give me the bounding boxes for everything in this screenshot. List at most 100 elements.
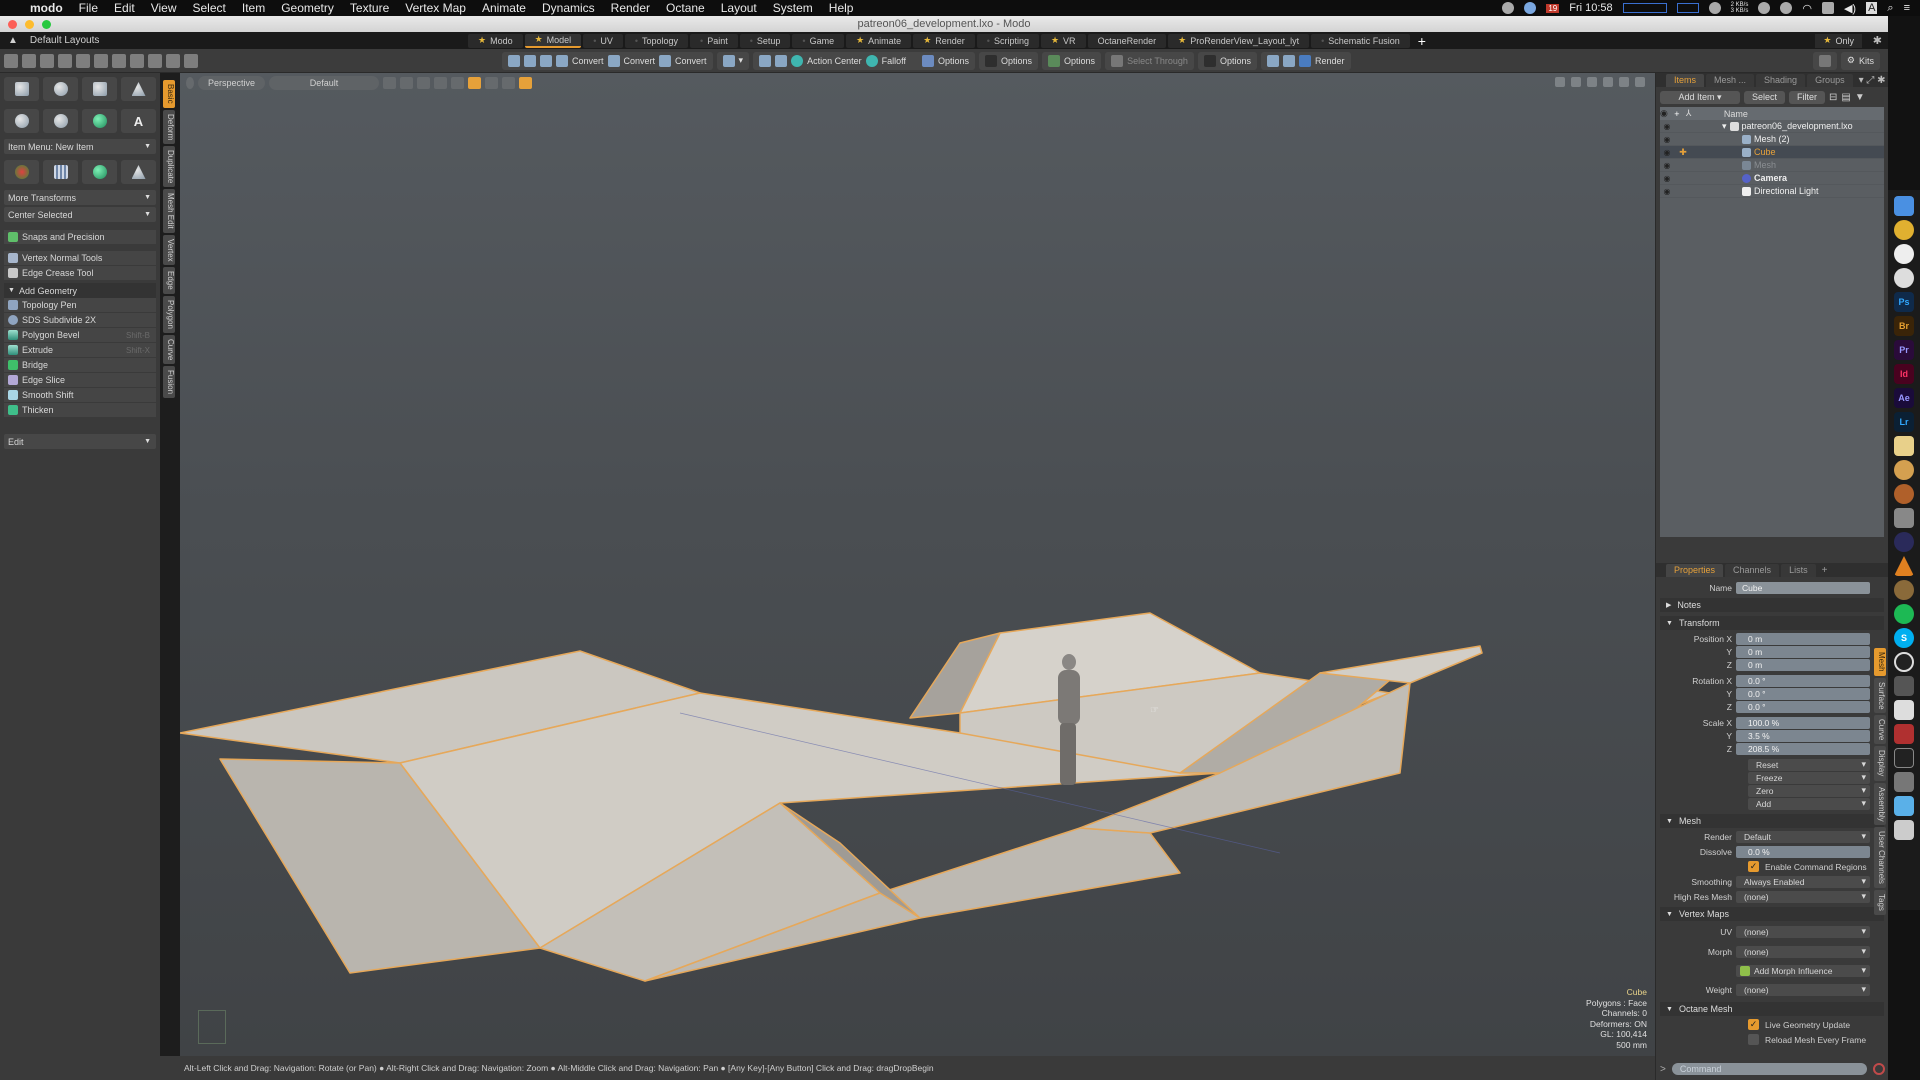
select-edge-loop-icon[interactable] bbox=[166, 53, 180, 68]
bridge-icon[interactable]: Br bbox=[1894, 316, 1914, 336]
select-materials-icon[interactable] bbox=[76, 53, 90, 68]
tab-vr[interactable]: ★ VR bbox=[1040, 33, 1086, 48]
cone-tool-button[interactable] bbox=[121, 77, 156, 101]
vertex-maps-section[interactable]: ▼ Vertex Maps bbox=[1660, 907, 1884, 921]
topology-pen-button[interactable]: Topology Pen bbox=[4, 298, 156, 313]
safari-icon[interactable] bbox=[1894, 244, 1914, 264]
default-layouts[interactable]: ▲ Default Layouts bbox=[8, 35, 468, 46]
menu-file[interactable]: File bbox=[79, 1, 98, 15]
filter-button[interactable]: Filter bbox=[1789, 90, 1826, 104]
name-column-header[interactable]: Name bbox=[1724, 109, 1748, 119]
freeze-dropdown[interactable]: Freeze bbox=[1748, 771, 1870, 784]
snap-icon[interactable] bbox=[775, 54, 788, 67]
stairs-tool-button[interactable] bbox=[121, 160, 156, 184]
wireframe-icon[interactable] bbox=[383, 77, 397, 89]
vtab-duplicate[interactable]: Duplicate bbox=[163, 145, 175, 188]
falloff-button[interactable]: Falloff bbox=[882, 56, 906, 66]
menu-edit[interactable]: Edit bbox=[114, 1, 135, 15]
chevron-down-icon[interactable]: ▾ bbox=[739, 55, 744, 66]
tab-channels[interactable]: Channels bbox=[1725, 563, 1780, 577]
tab-animate[interactable]: ★ Animate bbox=[846, 33, 912, 48]
maximize-icon[interactable] bbox=[1619, 77, 1629, 87]
close-button[interactable] bbox=[8, 20, 17, 29]
tab-schematic-fusion[interactable]: • Schematic Fusion bbox=[1311, 33, 1410, 48]
record-icon[interactable] bbox=[1873, 1063, 1885, 1075]
tab-render[interactable]: ★ Render bbox=[913, 33, 975, 48]
gem-tool-button[interactable] bbox=[82, 160, 117, 184]
wifi-icon[interactable]: ◠ bbox=[1802, 2, 1812, 15]
skype-icon[interactable]: S bbox=[1894, 628, 1914, 648]
collapse-icon[interactable]: ⊟ bbox=[1829, 92, 1837, 103]
solid-icon[interactable] bbox=[417, 77, 431, 89]
music-icon[interactable] bbox=[1894, 460, 1914, 480]
edge-slice-button[interactable]: Edge Slice bbox=[4, 373, 156, 388]
tab-paint[interactable]: • Paint bbox=[690, 33, 738, 48]
add-tab-button[interactable]: + bbox=[1418, 33, 1426, 49]
reset-dropdown[interactable]: Reset bbox=[1748, 758, 1870, 771]
tab-uv[interactable]: • UV bbox=[583, 33, 623, 48]
rotation-z-input[interactable]: 0.0 ° bbox=[1736, 700, 1870, 713]
mesh-section[interactable]: ▼ Mesh bbox=[1660, 814, 1884, 828]
vtab-edge[interactable]: Edge bbox=[163, 267, 175, 295]
item-row[interactable]: ◉ Mesh (2) bbox=[1660, 133, 1884, 146]
more-transforms-dropdown[interactable]: More Transforms ▼ bbox=[4, 190, 156, 205]
shield-icon[interactable] bbox=[540, 54, 552, 67]
symmetry-icon[interactable] bbox=[184, 53, 198, 68]
smoothing-dropdown[interactable]: Always Enabled bbox=[1736, 875, 1870, 888]
zero-dropdown[interactable]: Zero bbox=[1748, 784, 1870, 797]
sync-icon[interactable] bbox=[1708, 2, 1721, 14]
select-polygons-icon[interactable] bbox=[40, 53, 54, 68]
tab-setup[interactable]: • Setup bbox=[739, 33, 791, 48]
item-row[interactable]: ◉ Mesh bbox=[1660, 159, 1884, 172]
calendar-icon[interactable]: 19 bbox=[1546, 3, 1560, 13]
airplay-icon[interactable] bbox=[1821, 2, 1834, 14]
position-x-input[interactable]: 0 m bbox=[1736, 632, 1870, 645]
texture-icon[interactable] bbox=[434, 77, 448, 89]
lock-view-icon[interactable] bbox=[519, 77, 533, 89]
rotate-icon[interactable] bbox=[1571, 77, 1581, 87]
speaker-icon[interactable] bbox=[1894, 580, 1914, 600]
position-y-input[interactable]: 0 m bbox=[1736, 645, 1870, 658]
high-res-mesh-dropdown[interactable]: (none) bbox=[1736, 890, 1870, 903]
add-tab-icon[interactable]: + bbox=[1822, 565, 1828, 576]
sphere-tool-button[interactable] bbox=[43, 77, 78, 101]
tab-groups[interactable]: Groups bbox=[1807, 73, 1853, 87]
notes-section[interactable]: ▶ Notes bbox=[1660, 598, 1884, 612]
menu-system[interactable]: System bbox=[773, 1, 813, 15]
tab-game[interactable]: • Game bbox=[792, 33, 845, 48]
convert-button[interactable]: Convert bbox=[572, 56, 604, 66]
command-input[interactable]: Command bbox=[1671, 1063, 1867, 1075]
photoshop-icon[interactable]: Ps bbox=[1894, 292, 1914, 312]
menu-help[interactable]: Help bbox=[829, 1, 854, 15]
globe-icon[interactable] bbox=[1282, 54, 1295, 67]
rotation-x-input[interactable]: 0.0 ° bbox=[1736, 674, 1870, 687]
eye-icon[interactable]: ◉ bbox=[1660, 135, 1674, 144]
edit-dropdown[interactable]: Edit ▼ bbox=[4, 434, 156, 449]
vtab-mesh-edit[interactable]: Mesh Edit bbox=[163, 189, 175, 233]
character-view-icon[interactable] bbox=[468, 77, 482, 89]
folder-icon[interactable] bbox=[1894, 796, 1914, 816]
tab-topology[interactable]: • Topology bbox=[624, 33, 689, 48]
select-through-button[interactable]: Select Through bbox=[1127, 56, 1188, 66]
input-source-icon[interactable]: A bbox=[1866, 2, 1878, 14]
smooth-shift-button[interactable]: Smooth Shift bbox=[4, 388, 156, 403]
player-icon[interactable] bbox=[1894, 532, 1914, 552]
tab-scripting[interactable]: • Scripting bbox=[976, 33, 1039, 48]
tab-octanerender[interactable]: OctaneRender bbox=[1087, 33, 1167, 48]
spotify-icon[interactable] bbox=[1894, 604, 1914, 624]
item-row[interactable]: ◉ ▾ patreon06_development.lxo bbox=[1660, 120, 1884, 133]
script-icon[interactable] bbox=[1894, 700, 1914, 720]
convert-button[interactable]: Convert bbox=[624, 56, 656, 66]
skeleton-icon[interactable] bbox=[485, 77, 499, 89]
grid-tool-button[interactable] bbox=[43, 160, 78, 184]
clip-icon[interactable] bbox=[1894, 676, 1914, 696]
vtab-assembly[interactable]: Assembly bbox=[1874, 782, 1886, 826]
item-row[interactable]: ◉ Camera bbox=[1660, 172, 1884, 185]
workplane-icon[interactable] bbox=[759, 54, 772, 67]
vtab-curve[interactable]: Curve bbox=[1874, 715, 1886, 745]
menu-animate[interactable]: Animate bbox=[482, 1, 526, 15]
shading-style-button[interactable]: Default bbox=[269, 76, 380, 90]
pen-tool-button[interactable] bbox=[82, 109, 117, 133]
cube-tool-button[interactable] bbox=[4, 77, 39, 101]
tab-lists[interactable]: Lists bbox=[1781, 563, 1816, 577]
